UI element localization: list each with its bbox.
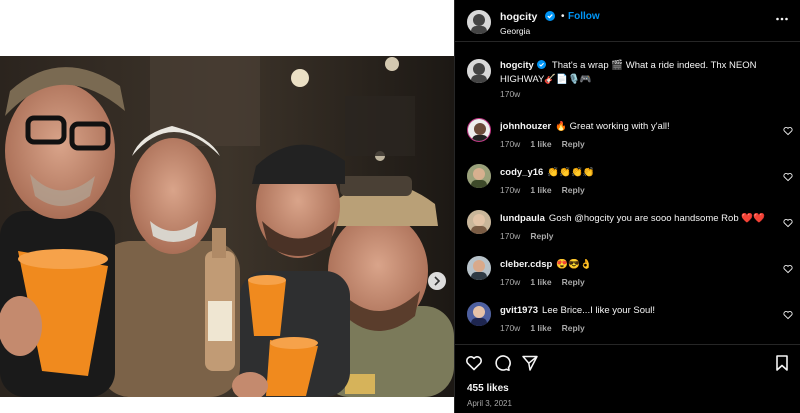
comment-text: cody_y16 👏👏👏👏 [500, 167, 770, 178]
comment-meta: 170w 1 like Reply [500, 139, 595, 149]
comment-text: cleber.cdsp 😍😎👌 [500, 259, 770, 270]
comment-avatar[interactable] [467, 164, 491, 188]
comment-age: 170w [500, 185, 521, 195]
post-location[interactable]: Georgia [500, 26, 530, 36]
comment-avatar[interactable] [467, 256, 491, 280]
verified-badge-icon [545, 11, 555, 21]
avatar-image [467, 59, 491, 83]
heart-icon[interactable] [783, 218, 793, 228]
comment-meta: 170w 1 like Reply [500, 323, 595, 333]
comment-item: johnhouzer 🔥 Great working with y'all! 17… [455, 118, 800, 158]
chevron-right-icon [434, 276, 441, 286]
post-photo[interactable] [0, 56, 454, 397]
comment-likes[interactable]: 1 like [530, 139, 551, 149]
comment-username[interactable]: cody_y16 [500, 167, 543, 178]
heart-icon[interactable] [783, 310, 793, 320]
comment-username[interactable]: gvit1973 [500, 305, 538, 316]
avatar-image [468, 119, 490, 141]
heart-icon[interactable] [783, 172, 793, 182]
reply-button[interactable]: Reply [562, 323, 585, 333]
comment-likes[interactable]: 1 like [530, 277, 551, 287]
next-slide-button[interactable] [428, 272, 446, 290]
caption-age: 170w [500, 89, 521, 99]
post-media-panel [0, 0, 454, 413]
comment-username[interactable]: johnhouzer [500, 121, 551, 132]
comment-text: lundpaula Gosh @hogcity you are sooo hand… [500, 213, 770, 224]
comment-text: gvit1973 Lee Brice...I like your Soul! [500, 305, 770, 316]
comment-meta: 170w 1 like Reply [500, 277, 595, 287]
reply-button[interactable]: Reply [562, 277, 585, 287]
avatar-image [467, 302, 491, 326]
post-date: April 3, 2021 [467, 399, 512, 408]
reply-button[interactable]: Reply [562, 139, 585, 149]
comment-item: cody_y16 👏👏👏👏 170w 1 like Reply [455, 164, 800, 204]
avatar-image [467, 256, 491, 280]
bookmark-icon[interactable] [773, 354, 791, 372]
avatar-image [467, 164, 491, 188]
heart-icon[interactable] [783, 264, 793, 274]
comment-username[interactable]: cleber.cdsp [500, 259, 552, 270]
comment-icon[interactable] [493, 354, 511, 372]
reply-button[interactable]: Reply [530, 231, 553, 241]
comment-meta: 170w 1 like Reply [500, 185, 595, 195]
caption-username[interactable]: hogcity [500, 60, 534, 71]
comment-username[interactable]: lundpaula [500, 213, 545, 224]
comment-body: Lee Brice...I like your Soul! [542, 305, 656, 316]
reply-button[interactable]: Reply [562, 185, 585, 195]
caption-avatar[interactable] [467, 59, 491, 83]
comment-age: 170w [500, 277, 521, 287]
comment-age: 170w [500, 323, 521, 333]
heart-icon[interactable] [783, 126, 793, 136]
comment-age: 170w [500, 231, 521, 241]
comment-item: gvit1973 Lee Brice...I like your Soul! 17… [455, 302, 800, 342]
comment-avatar[interactable] [467, 210, 491, 234]
likes-count[interactable]: 455 likes [467, 383, 509, 394]
avatar-image [467, 210, 491, 234]
more-icon[interactable] [775, 12, 789, 26]
caption-text: hogcity That's a wrap 🎬 What a ride inde… [500, 59, 790, 87]
comment-body: 👏👏👏👏 [547, 167, 595, 178]
comment-age: 170w [500, 139, 521, 149]
heart-icon[interactable] [465, 354, 483, 372]
comment-item: lundpaula Gosh @hogcity you are sooo hand… [455, 210, 800, 250]
author-username[interactable]: hogcity [500, 11, 537, 23]
post-info-panel: hogcity • Follow Georgia hogcity That's … [454, 0, 800, 413]
follow-button[interactable]: Follow [568, 11, 600, 22]
comment-item: cleber.cdsp 😍😎👌 170w 1 like Reply [455, 256, 800, 296]
comment-body: 🔥 Great working with y'all! [555, 121, 670, 132]
comment-meta: 170w Reply [500, 231, 563, 241]
verified-badge-icon [537, 60, 547, 69]
author-avatar[interactable] [467, 10, 491, 34]
avatar-image [467, 10, 491, 34]
send-icon[interactable] [521, 354, 539, 372]
comment-avatar[interactable] [467, 302, 491, 326]
comment-likes[interactable]: 1 like [530, 323, 551, 333]
comment-body: 😍😎👌 [556, 259, 592, 270]
group-photo-illustration [0, 56, 454, 397]
comment-body: Gosh @hogcity you are sooo handsome Rob … [548, 213, 765, 224]
post-header: hogcity • Follow Georgia [455, 0, 800, 42]
post-actions-bar: 455 likes April 3, 2021 [455, 344, 800, 413]
comment-avatar[interactable] [467, 118, 491, 142]
comment-likes[interactable]: 1 like [530, 185, 551, 195]
header-separator: • [561, 11, 565, 22]
comment-text: johnhouzer 🔥 Great working with y'all! [500, 121, 770, 132]
